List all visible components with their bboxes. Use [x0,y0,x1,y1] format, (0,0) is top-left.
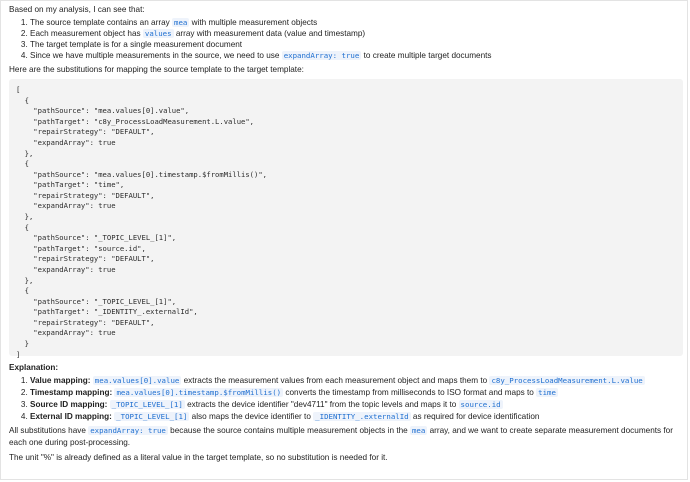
inline-code: mea.values[0].timestamp.$fromMillis() [114,388,284,398]
inline-code: _IDENTITY_.externalId [313,412,411,422]
analysis-item: Since we have multiple measurements in t… [30,50,683,61]
code-block-text: [ { "pathSource": "mea.values[0].value",… [16,85,267,359]
analysis-item: The target template is for a single meas… [30,39,683,50]
substitutions-heading: Here are the substitutions for mapping t… [9,65,304,75]
summary-text: All substitutions have expandArray: true… [9,426,673,448]
inline-code: values [142,29,174,39]
analysis-list: The source template contains an array me… [9,17,683,61]
inline-code: source.id [458,400,503,410]
message-panel: Based on my analysis, I can see that: Th… [0,0,688,480]
inline-code: c8y_ProcessLoadMeasurement.L.value [489,376,645,386]
inline-code: expandArray: true [88,426,168,436]
inline-code: _TOPIC_LEVEL_[1] [109,400,185,410]
explanation-heading: Explanation: [9,363,59,373]
inline-code: mea [409,426,428,436]
inline-code: mea.values[0].value [92,376,182,386]
analysis-item: Each measurement object has values array… [30,28,683,39]
explanation-list: Value mapping: mea.values[0].value extra… [9,375,683,423]
unit-note: The unit "%" is already defined as a lit… [9,452,388,462]
explanation-item: Timestamp mapping: mea.values[0].timesta… [30,387,683,399]
explanation-item: Source ID mapping: _TOPIC_LEVEL_[1] extr… [30,399,683,411]
explanation-item: External ID mapping: _TOPIC_LEVEL_[1] al… [30,411,683,423]
code-block[interactable]: [ { "pathSource": "mea.values[0].value",… [9,79,683,359]
explanation-item: Value mapping: mea.values[0].value extra… [30,375,683,387]
assistant-message: Based on my analysis, I can see that: Th… [9,4,683,463]
analysis-item: The source template contains an array me… [30,17,683,28]
inline-code: expandArray: true [281,51,362,61]
inline-code: time [536,388,558,398]
intro-text: Based on my analysis, I can see that: [9,5,145,14]
inline-code: mea [172,18,190,28]
inline-code: _TOPIC_LEVEL_[1] [114,412,190,422]
